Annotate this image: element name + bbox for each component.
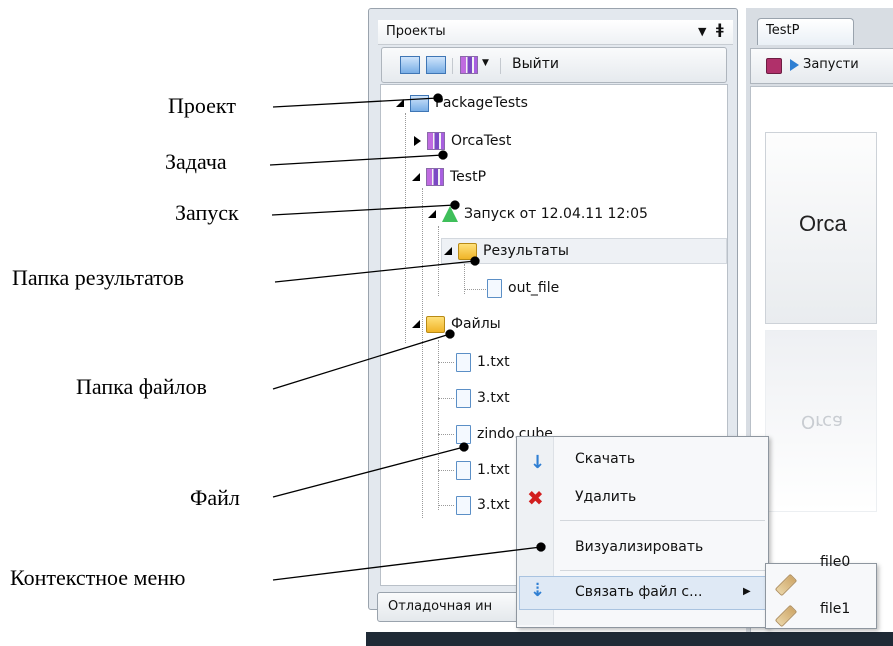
leader-line	[269, 154, 444, 166]
leader-dot	[433, 93, 443, 103]
leader-line	[272, 446, 465, 498]
leader-dot	[450, 200, 460, 210]
leader-dot	[536, 542, 546, 552]
leader-dot	[438, 150, 448, 160]
leader-line	[272, 97, 439, 108]
callout-leaders	[269, 93, 546, 581]
leader-dot	[445, 329, 455, 339]
leader-dot	[459, 442, 469, 452]
leader-line	[274, 260, 476, 283]
leader-line	[272, 546, 542, 581]
leader-dot	[470, 256, 480, 266]
leader-line	[272, 333, 451, 390]
leader-line	[271, 204, 456, 216]
